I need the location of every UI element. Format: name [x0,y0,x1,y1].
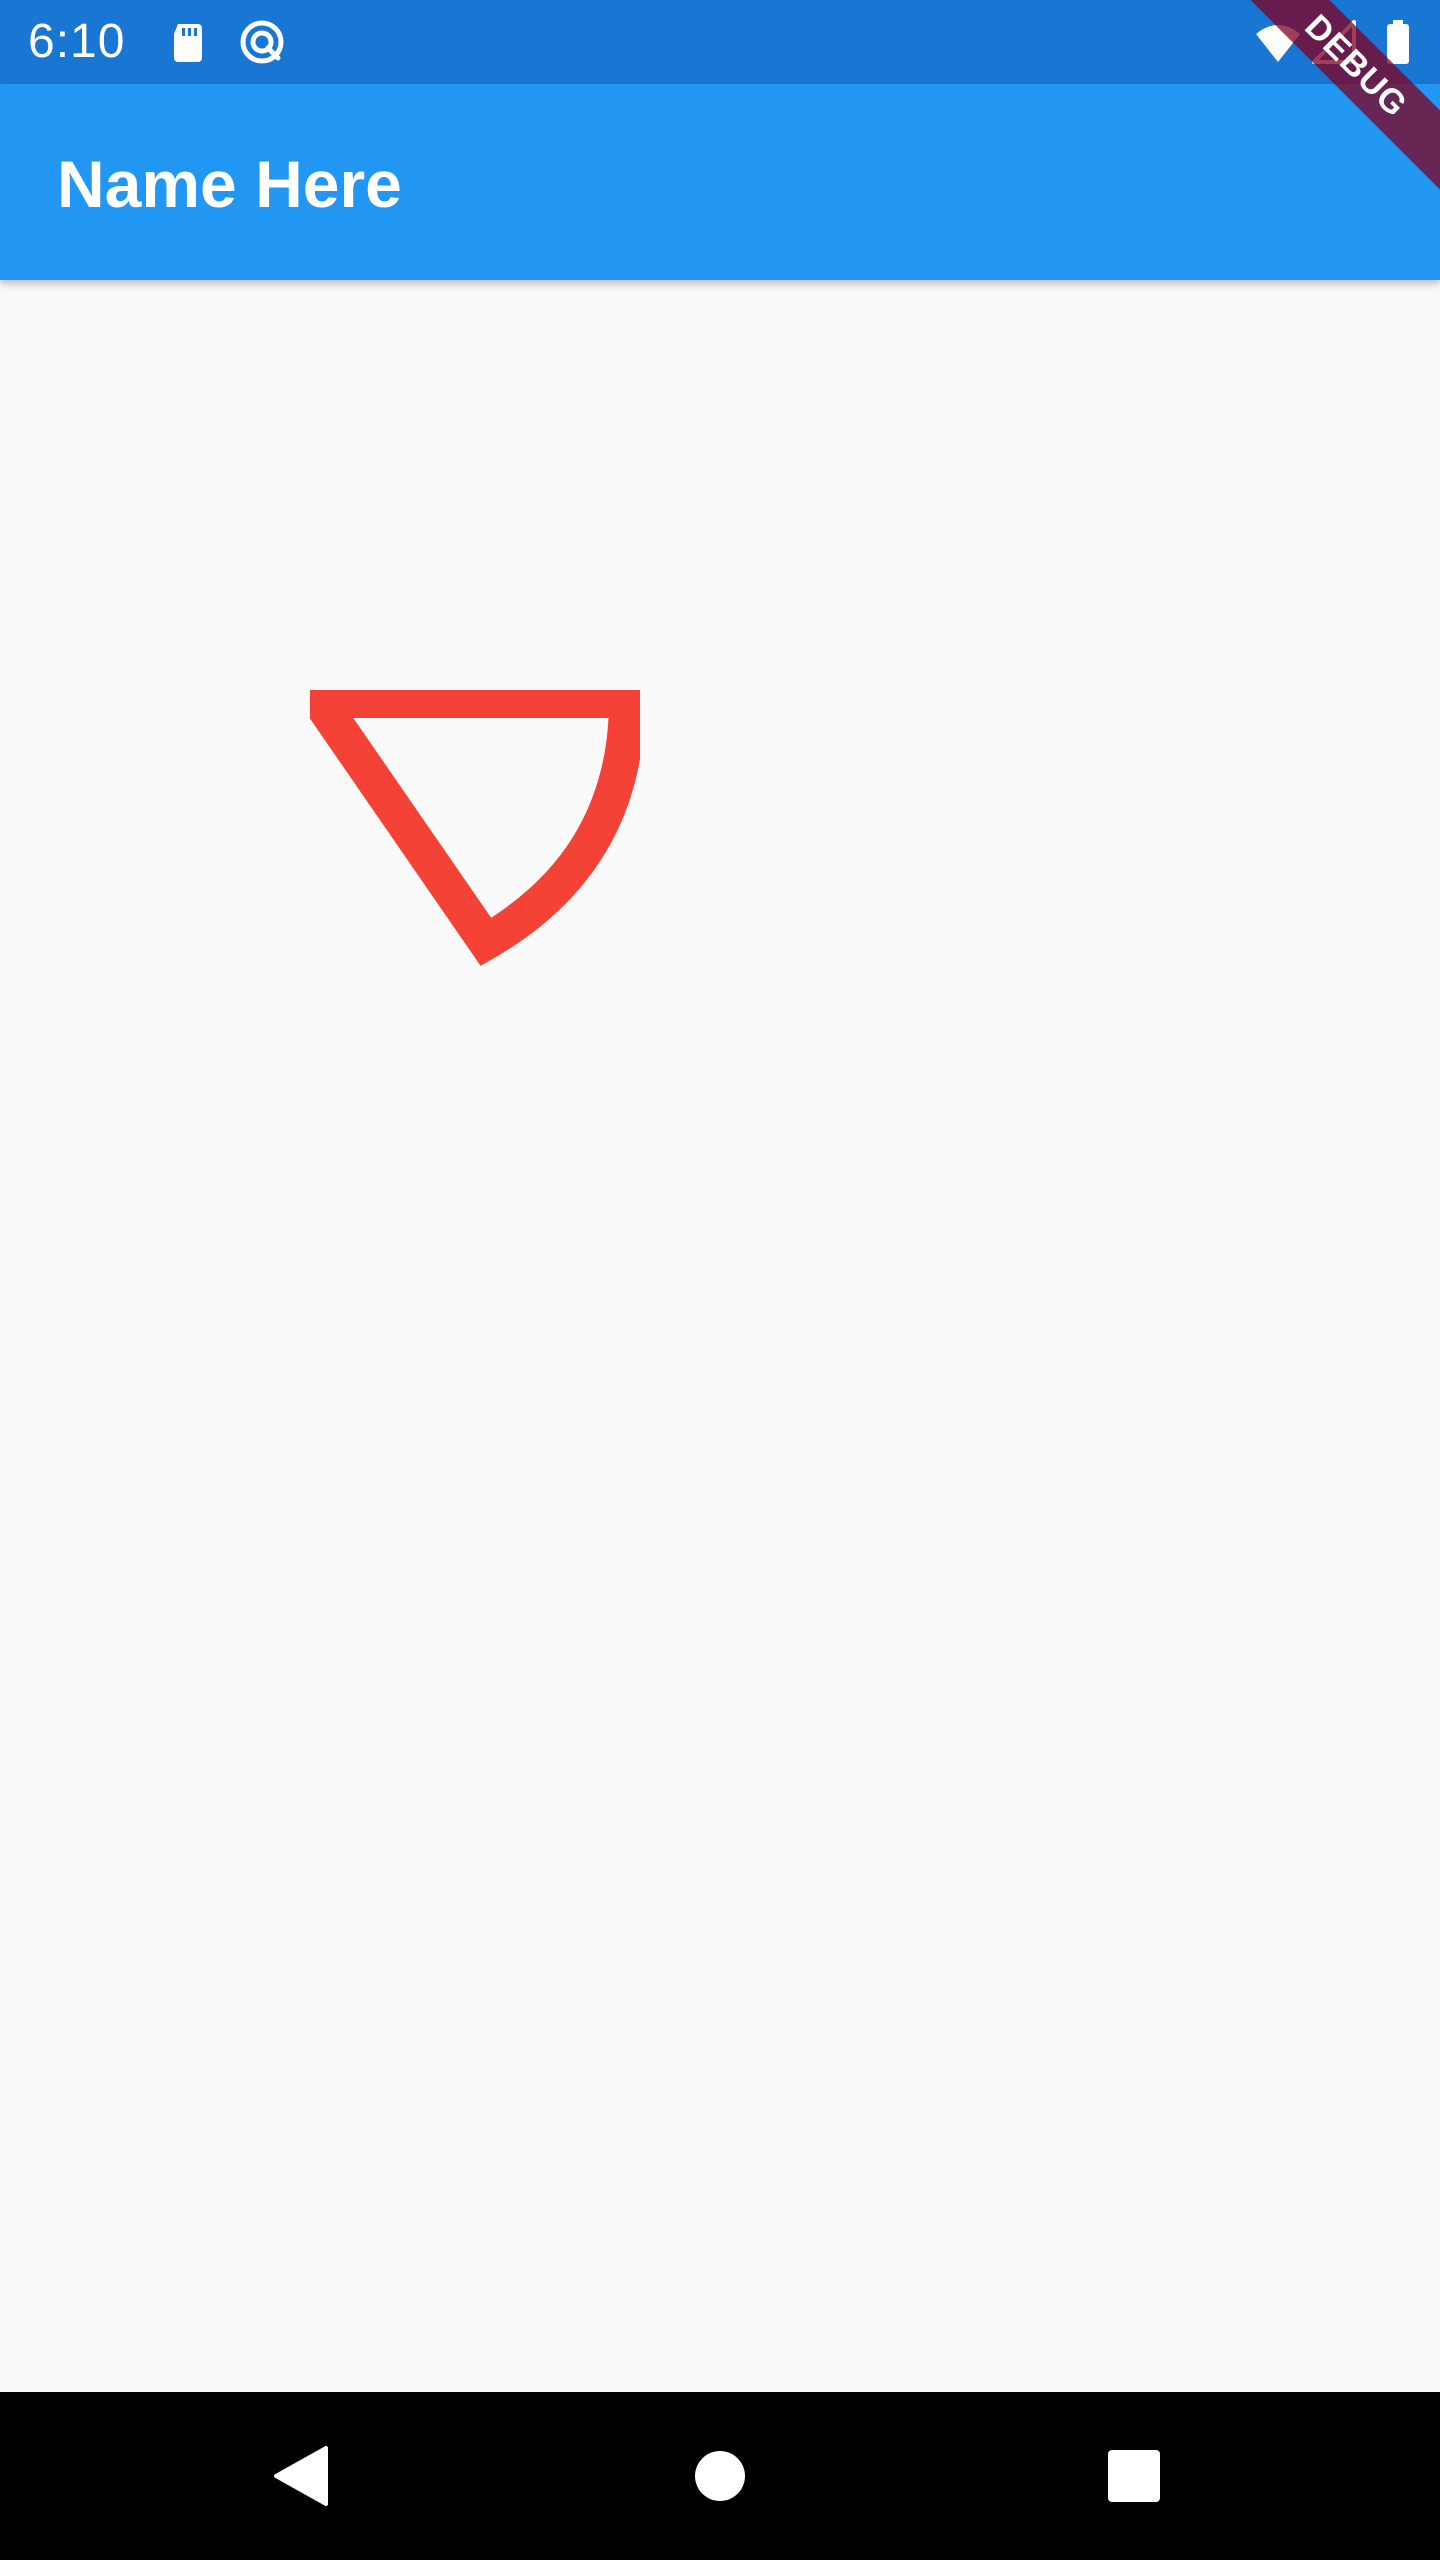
app-bar: Name Here [0,84,1440,280]
home-icon[interactable] [680,2436,760,2516]
wifi-icon [1256,25,1300,62]
navigation-bar [0,2392,1440,2560]
status-time: 6:10 [28,15,126,68]
pie-slice-outline-shape [310,690,640,966]
sync-icon [240,20,284,64]
sd-card-icon [174,24,202,62]
app-title: Name Here [57,147,402,221]
canvas-area [0,280,1440,2392]
recents-icon[interactable] [1094,2436,1174,2516]
back-icon[interactable] [260,2436,340,2516]
battery-icon [1387,20,1409,64]
status-bar: 6:10 [0,0,1440,84]
signal-icon [1312,20,1356,64]
